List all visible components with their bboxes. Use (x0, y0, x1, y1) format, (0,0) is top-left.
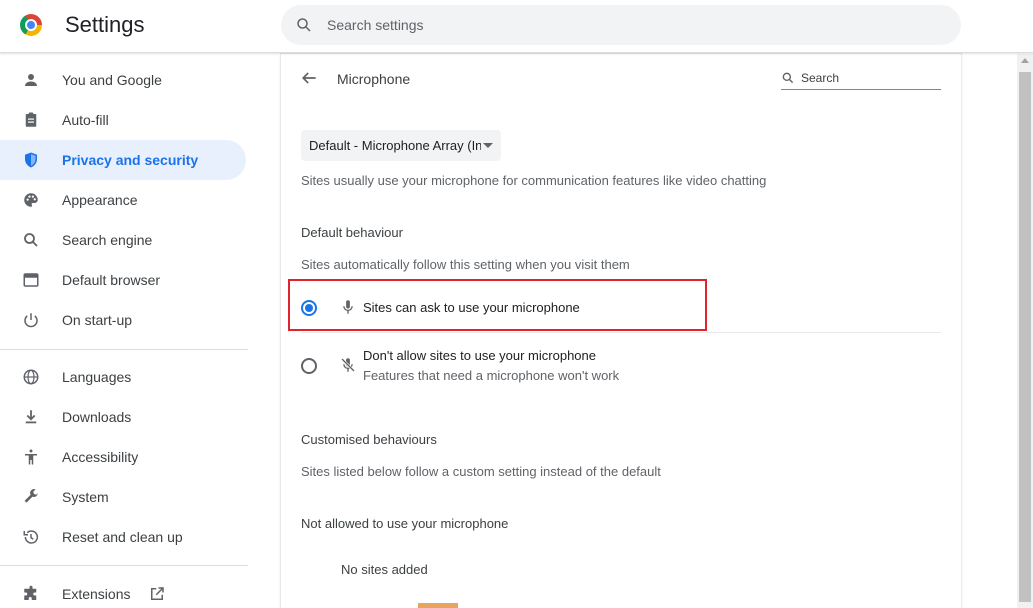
search-settings-box[interactable] (281, 5, 961, 45)
power-icon (24, 313, 38, 328)
wrench-icon (24, 489, 38, 503)
option-block[interactable]: Don't allow sites to use your microphone… (289, 340, 941, 388)
option-sublabel: Features that need a microphone won't wo… (363, 368, 620, 383)
sidebar-item-search-engine[interactable]: Search engine (0, 220, 246, 260)
default-behaviour-heading: Default behaviour (301, 225, 403, 240)
microphone-off-icon (341, 358, 355, 372)
sidebar-item-accessibility[interactable]: Accessibility (0, 437, 246, 477)
sidebar-item-label: Languages (62, 369, 132, 385)
sidebar-item-extensions[interactable]: Extensions (0, 574, 246, 608)
sidebar-item-label: Reset and clean up (62, 529, 183, 545)
puzzle-icon (24, 585, 37, 600)
sidebar-item-reset-and-clean-up[interactable]: Reset and clean up (0, 517, 246, 557)
sidebar-item-label: System (62, 489, 109, 505)
sidebar-item-label: Downloads (62, 409, 132, 425)
sidebar-item-you-and-google[interactable]: You and Google (0, 60, 246, 100)
page-scrollbar[interactable] (1017, 54, 1033, 608)
microphone-device-select[interactable]: Default - Microphone Array (In (301, 130, 501, 161)
sidebar-item-label: Privacy and security (62, 152, 199, 168)
sidebar-item-on-start-up[interactable]: On start-up (0, 300, 246, 340)
browser-icon (23, 273, 39, 287)
customised-behaviours-heading: Customised behaviours (301, 432, 437, 447)
sidebar-item-downloads[interactable]: Downloads (0, 397, 246, 437)
back-arrow-icon[interactable] (299, 68, 319, 88)
accessibility-icon (25, 449, 37, 465)
sidebar: You and Google Auto-fill Privacy and sec… (0, 54, 260, 608)
search-icon (24, 233, 38, 247)
customised-behaviours-description: Sites listed below follow a custom setti… (301, 464, 661, 479)
sidebar-item-label: Extensions (62, 586, 131, 602)
device-description: Sites usually use your microphone for co… (301, 173, 767, 188)
sidebar-item-label: On start-up (62, 312, 133, 328)
option-label: Don't allow sites to use your microphone (363, 348, 596, 363)
highlight-annotation-box (288, 279, 707, 331)
history-icon (23, 530, 39, 544)
sidebar-item-label: Accessibility (62, 449, 139, 465)
sidebar-item-languages[interactable]: Languages (0, 357, 246, 397)
sidebar-item-label: Search engine (62, 232, 153, 248)
person-icon (25, 74, 37, 86)
not-allowed-heading: Not allowed to use your microphone (301, 516, 509, 531)
clipboard-icon (25, 112, 37, 127)
site-search-input[interactable] (781, 68, 941, 88)
shield-icon (25, 152, 37, 168)
scroll-up-arrow-icon[interactable] (1021, 58, 1029, 63)
no-sites-added-text: No sites added (341, 562, 428, 577)
bottom-edge-marker (418, 603, 458, 608)
selected-device-value: Default - Microphone Array (In (309, 138, 481, 153)
sidebar-item-label: You and Google (62, 72, 162, 88)
app-title: Settings (65, 12, 145, 37)
search-icon (297, 18, 311, 32)
microphone-settings-panel: Microphone Default - Microphone Array (I… (281, 54, 961, 608)
site-search-box[interactable] (781, 68, 941, 90)
option-divider (301, 332, 941, 333)
sidebar-item-system[interactable]: System (0, 477, 246, 517)
sidebar-item-privacy-and-security[interactable]: Privacy and security (0, 140, 246, 180)
radio-button-unselected[interactable] (301, 358, 317, 374)
globe-icon (23, 369, 39, 385)
sidebar-item-appearance[interactable]: Appearance (0, 180, 246, 220)
chrome-logo-icon (20, 14, 42, 36)
sidebar-item-label: Appearance (62, 192, 138, 208)
sidebar-divider (0, 349, 248, 350)
default-behaviour-description: Sites automatically follow this setting … (301, 257, 630, 272)
sidebar-item-label: Default browser (62, 272, 161, 288)
dropdown-caret-icon (483, 143, 493, 148)
palette-icon (24, 193, 38, 207)
scrollbar-thumb[interactable] (1019, 72, 1031, 602)
sidebar-item-default-browser[interactable]: Default browser (0, 260, 246, 300)
sidebar-item-auto-fill[interactable]: Auto-fill (0, 100, 246, 140)
sidebar-divider (0, 565, 248, 566)
sidebar-item-label: Auto-fill (62, 112, 109, 128)
open-in-new-icon (151, 587, 164, 600)
download-icon (25, 410, 37, 424)
top-bar: Settings (0, 0, 1033, 53)
page-title: Microphone (337, 71, 411, 87)
search-settings-input[interactable] (327, 5, 927, 45)
